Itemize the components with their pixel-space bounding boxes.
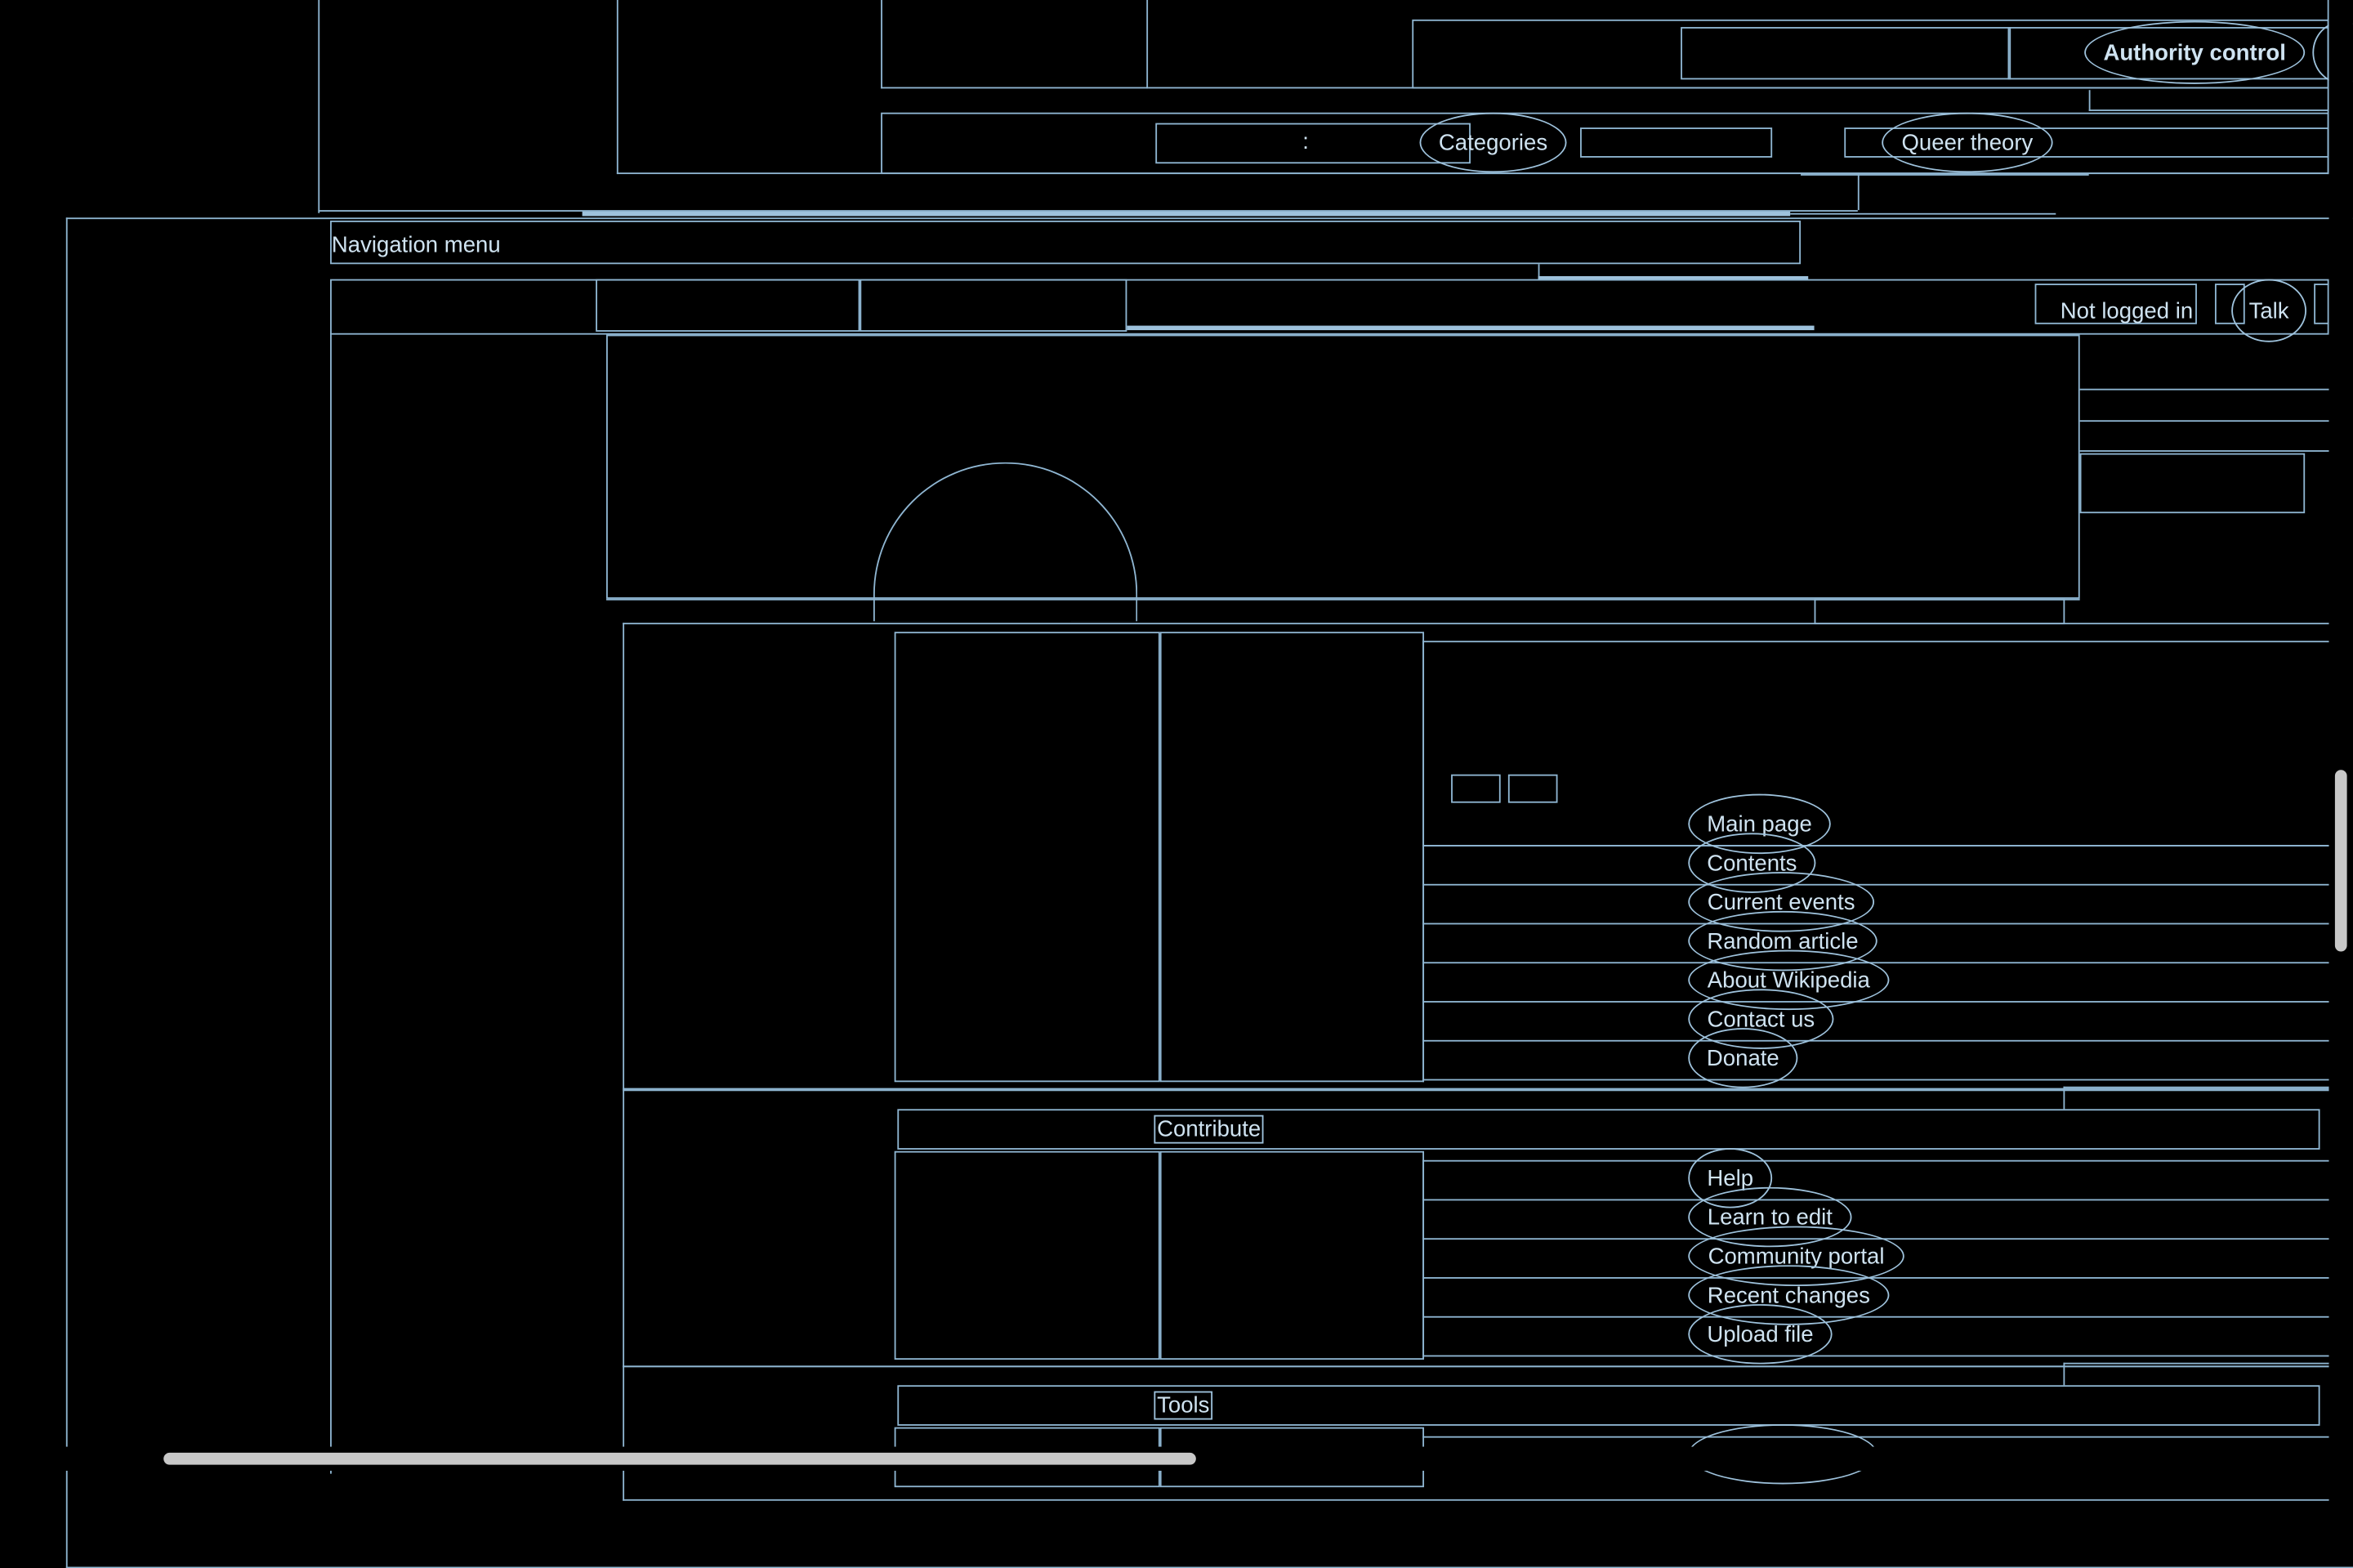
frame-line xyxy=(1422,1199,2329,1201)
navigation-menu-box xyxy=(330,220,1802,265)
catlinks-list-box xyxy=(1580,127,1773,158)
page-canvas: Authority control : Categories Queer the… xyxy=(0,0,2353,1568)
portlet-column xyxy=(1159,1150,1425,1360)
frame-line xyxy=(1422,1039,2329,1042)
frame-line xyxy=(1422,1436,2329,1438)
portlet-column xyxy=(894,1150,1160,1360)
logo-area xyxy=(606,334,2080,599)
catlinks-colon: : xyxy=(1302,128,1309,155)
queer-theory-link[interactable]: Queer theory xyxy=(1882,112,2053,173)
nav-link-donate[interactable]: Donate xyxy=(1688,1028,1798,1088)
frame-line xyxy=(1422,883,2329,886)
frame-line xyxy=(330,333,332,1474)
frame-line xyxy=(1422,1079,2329,1081)
separator-bar xyxy=(1127,325,1815,331)
frame-line xyxy=(1790,212,2056,215)
frame-line xyxy=(1422,922,2329,925)
frame-line xyxy=(1801,174,2089,176)
categories-link[interactable]: Categories xyxy=(1419,112,1567,173)
portlet-column xyxy=(894,632,1160,1083)
authority-control-box xyxy=(1681,27,2011,80)
talk-link[interactable]: Talk xyxy=(2231,279,2307,342)
frame-line xyxy=(1422,1355,2329,1357)
frame-line xyxy=(318,0,320,213)
frame-line xyxy=(1422,1001,2329,1003)
logo-side-box xyxy=(2079,453,2306,514)
contribute-link-upload-file[interactable]: Upload file xyxy=(1688,1304,1833,1365)
horizontal-scrollbar-thumb[interactable] xyxy=(163,1452,1196,1465)
frame-line xyxy=(1422,1159,1425,1359)
separator-bar xyxy=(582,211,1791,217)
portlet-small-box xyxy=(1507,774,1558,803)
frame-line xyxy=(1422,1159,2329,1162)
frame-line xyxy=(2088,90,2091,111)
tools-heading-row xyxy=(897,1385,2320,1426)
frame-line xyxy=(1422,1316,2329,1318)
logo-footer-box xyxy=(1814,598,2065,625)
personal-tools-cell xyxy=(859,279,1127,332)
frame-line xyxy=(2079,388,2329,391)
frame-line xyxy=(1422,962,2329,964)
not-logged-in-text: Not logged in xyxy=(2060,298,2194,324)
frame-line xyxy=(2079,450,2329,452)
frame-line xyxy=(2088,109,2329,111)
vertical-scrollbar-thumb[interactable] xyxy=(2334,770,2347,952)
contribute-heading: Contribute xyxy=(1154,1115,1264,1144)
portlet-small-box xyxy=(1451,774,1501,803)
navigation-menu-heading: Navigation menu xyxy=(331,232,501,258)
frame-line xyxy=(1857,174,1860,211)
frame-line xyxy=(1422,1277,2329,1279)
contribute-heading-row xyxy=(897,1109,2320,1150)
portlet-body-top xyxy=(1422,641,2329,847)
frame-line xyxy=(1422,845,2329,847)
vertical-scrollbar[interactable] xyxy=(2328,0,2353,1447)
portlet-column xyxy=(1159,632,1425,1083)
footer-cell xyxy=(881,0,1149,89)
authority-control-link[interactable]: Authority control xyxy=(2084,20,2306,84)
personal-tools-cell xyxy=(596,279,860,332)
tools-heading: Tools xyxy=(1154,1391,1213,1420)
frame-line xyxy=(2079,420,2329,422)
